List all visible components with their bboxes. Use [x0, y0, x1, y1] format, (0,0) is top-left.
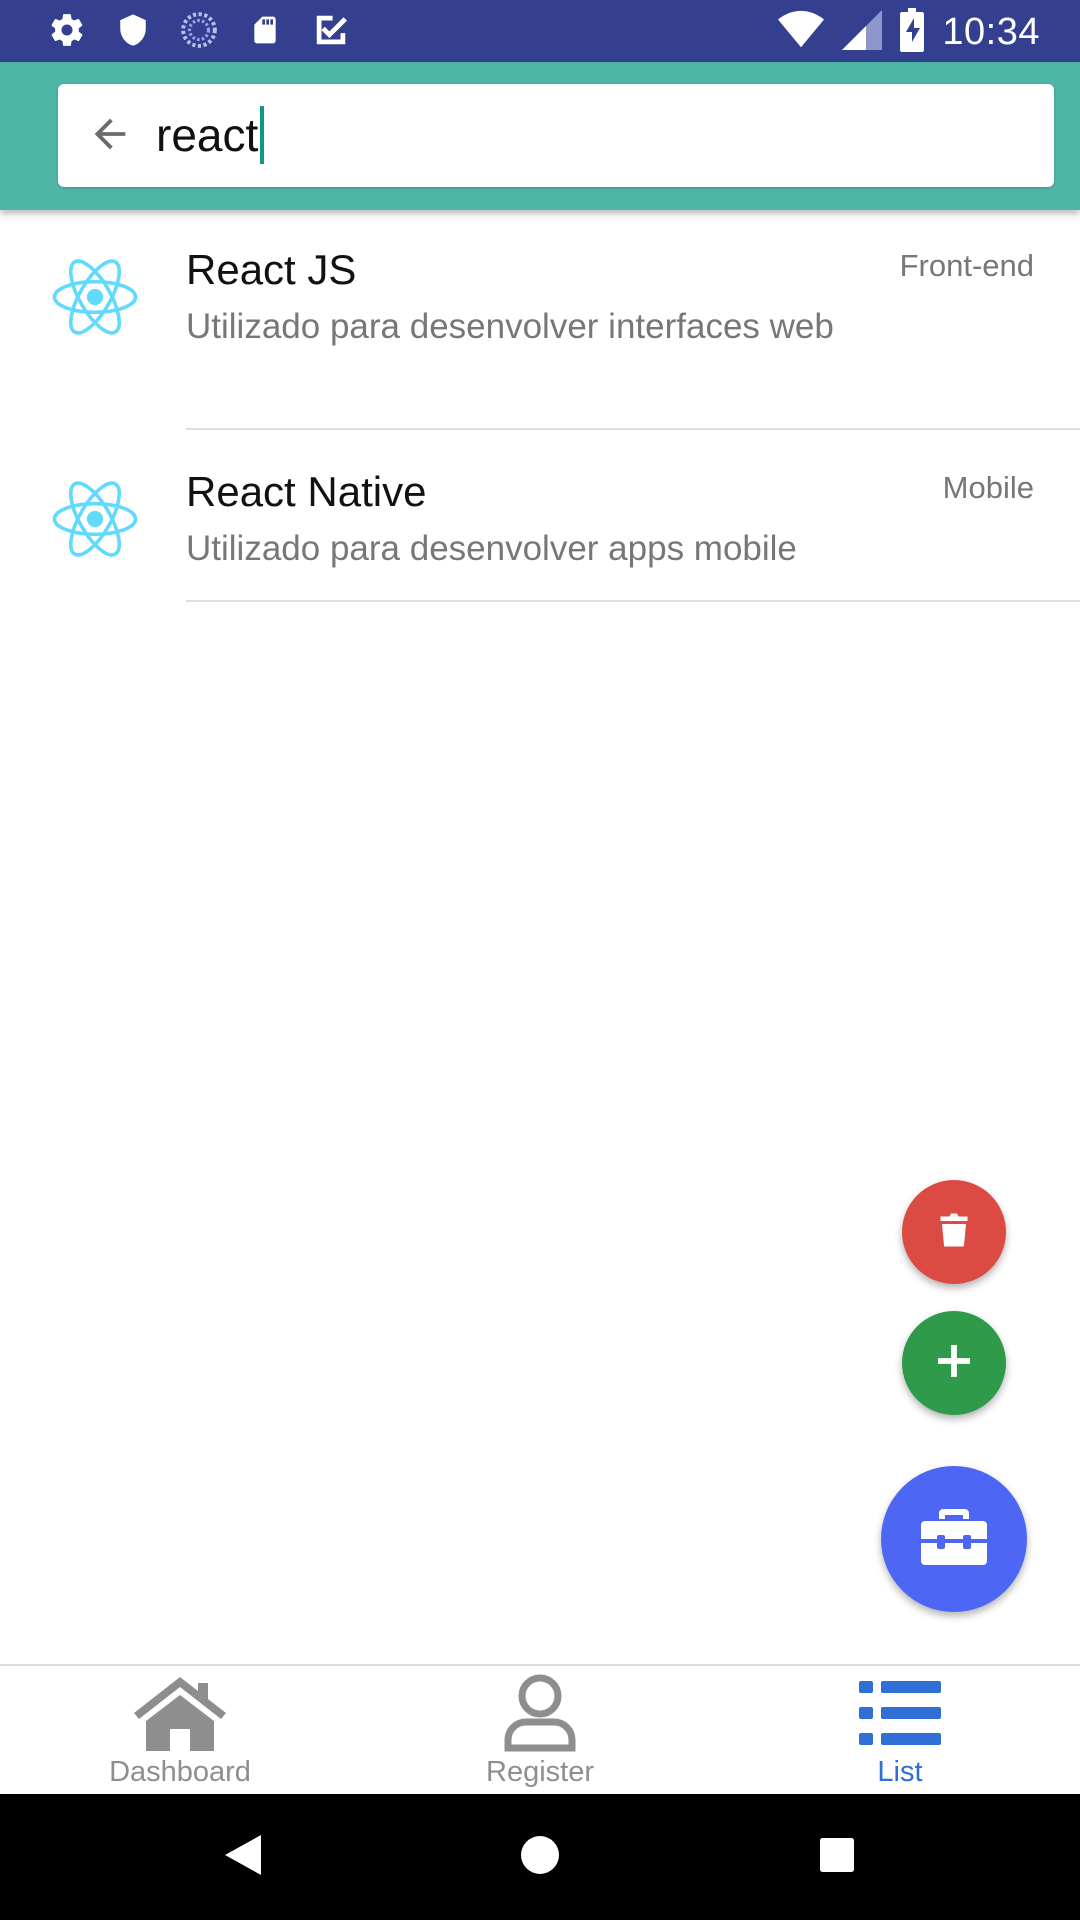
plus-icon — [938, 1344, 970, 1382]
tab-label: List — [877, 1756, 923, 1788]
toolbox-menu-button[interactable] — [881, 1466, 1027, 1612]
task-icon — [312, 11, 350, 49]
home-icon — [132, 1672, 228, 1756]
search-input-value: react — [156, 109, 259, 161]
nav-recents-button[interactable] — [804, 1824, 870, 1890]
tab-label: Dashboard — [109, 1756, 251, 1788]
search-input[interactable]: react — [156, 102, 265, 168]
text-cursor — [260, 106, 265, 164]
app-bar: react — [0, 62, 1080, 210]
arrow-left-icon — [85, 111, 135, 162]
tab-label: Register — [486, 1756, 594, 1788]
status-bar: 10:34 — [0, 0, 1080, 62]
result-list: React JS Utilizado para desenvolver inte… — [0, 210, 1080, 602]
circle-home-icon — [521, 1835, 559, 1879]
item-description: Utilizado para desenvolver interfaces we… — [186, 307, 834, 346]
search-bar[interactable]: react — [58, 84, 1054, 187]
item-category: Mobile — [942, 470, 1034, 505]
battery-charging-icon — [900, 8, 925, 57]
item-title: React JS — [186, 246, 357, 293]
list-item[interactable]: React JS Utilizado para desenvolver inte… — [0, 210, 1080, 430]
status-notification-icons — [48, 11, 350, 49]
shield-icon — [114, 11, 152, 49]
delete-button[interactable] — [902, 1180, 1006, 1284]
divider — [186, 600, 1080, 602]
list-icon — [852, 1672, 948, 1756]
square-recents-icon — [820, 1837, 854, 1877]
back-button[interactable] — [80, 106, 140, 166]
item-category: Front-end — [899, 248, 1034, 283]
nav-home-button[interactable] — [507, 1824, 573, 1890]
list-item[interactable]: React Native Utilizado para desenvolver … — [0, 430, 1080, 602]
triangle-back-icon — [225, 1834, 261, 1880]
tab-list[interactable]: List — [720, 1666, 1080, 1796]
item-title: React Native — [186, 468, 427, 515]
toolbox-icon — [921, 1508, 987, 1570]
item-description: Utilizado para desenvolver apps mobile — [186, 529, 797, 568]
user-icon — [492, 1672, 588, 1756]
react-logo-icon — [50, 474, 140, 564]
trash-icon — [939, 1213, 969, 1252]
sd-card-icon — [246, 11, 284, 49]
tab-dashboard[interactable]: Dashboard — [0, 1666, 360, 1796]
sync-icon — [180, 11, 218, 49]
wifi-icon — [778, 10, 825, 55]
tab-register[interactable]: Register — [360, 1666, 720, 1796]
status-time: 10:34 — [942, 11, 1040, 53]
signal-icon — [842, 10, 883, 55]
bottom-tab-bar: Dashboard Register List — [0, 1664, 1080, 1794]
system-navigation-bar — [0, 1794, 1080, 1920]
add-button[interactable] — [902, 1311, 1006, 1415]
react-logo-icon — [50, 252, 140, 342]
status-system-icons: 10:34 — [778, 8, 1040, 57]
nav-back-button[interactable] — [210, 1824, 276, 1890]
settings-icon — [48, 11, 86, 49]
